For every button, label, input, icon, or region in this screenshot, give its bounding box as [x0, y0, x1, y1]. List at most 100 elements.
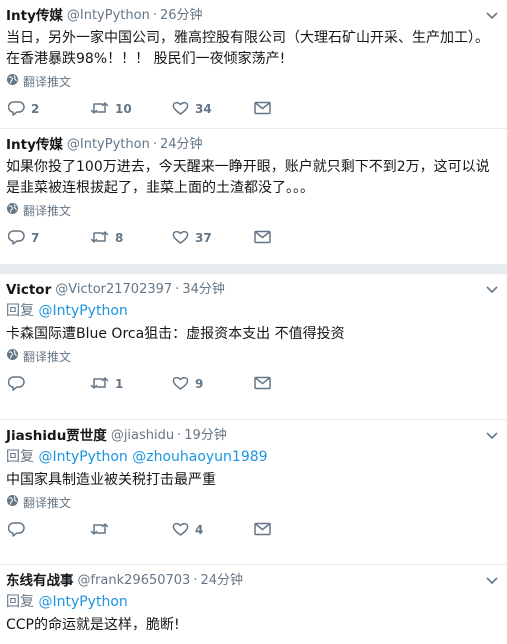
envelope-icon: [254, 376, 277, 393]
mention-link[interactable]: @IntyPython: [38, 594, 127, 610]
direct-message-button[interactable]: [254, 101, 294, 118]
timestamp[interactable]: 34分钟: [182, 280, 225, 300]
like-button[interactable]: 37: [172, 229, 254, 248]
mention-link[interactable]: @zhouhaoyun1989: [132, 449, 267, 465]
retweet-count: 1: [115, 377, 124, 391]
reply-icon: [7, 229, 31, 248]
timestamp[interactable]: 24分钟: [160, 135, 203, 155]
retweet-icon: [90, 521, 115, 540]
mention-link[interactable]: @IntyPython: [38, 303, 127, 319]
like-button[interactable]: 9: [172, 375, 254, 394]
like-count: 34: [195, 102, 212, 116]
chevron-down-icon[interactable]: [485, 282, 499, 296]
author-name[interactable]: Jiashidu贾世度: [6, 426, 107, 446]
reply-button[interactable]: 2: [7, 100, 90, 119]
timestamp[interactable]: 19分钟: [184, 426, 227, 446]
tweet-text: CCP的命运就是这样，脆断!: [6, 617, 180, 633]
envelope-icon: [254, 101, 277, 118]
timestamp[interactable]: 24分钟: [200, 571, 243, 591]
retweet-button[interactable]: [90, 521, 172, 540]
tweet[interactable]: Inty传媒 @IntyPython · 26分钟 当日，另外一家中国公司，雅高…: [0, 0, 507, 129]
direct-message-button[interactable]: [254, 230, 294, 247]
reply-icon: [7, 521, 31, 540]
chevron-down-icon[interactable]: [485, 8, 499, 22]
reply-button[interactable]: [7, 375, 90, 394]
tweet[interactable]: 东线有战事 @frank29650703 · 24分钟 回复 @IntyPyth…: [0, 565, 507, 644]
author-name[interactable]: Victor: [6, 280, 51, 300]
tweet-text: 卡森国际遭Blue Orca狙击：虚报资本支出 不值得投资: [6, 326, 345, 342]
reply-prefix: 回复: [6, 594, 34, 610]
heart-icon: [172, 229, 195, 248]
author-handle[interactable]: @Victor21702397: [55, 280, 172, 300]
author-name[interactable]: 东线有战事: [6, 571, 74, 591]
author-handle[interactable]: @IntyPython: [67, 135, 150, 155]
direct-message-button[interactable]: [254, 522, 294, 539]
tweet-text: 当日，另外一家中国公司，雅高控股有限公司（大理石矿山开采、生产加工）。在香港暴跌…: [6, 30, 489, 67]
tweet-header: Inty传媒 @IntyPython · 26分钟: [6, 6, 501, 26]
like-count: 9: [195, 377, 204, 391]
mention-link[interactable]: @IntyPython: [38, 449, 127, 465]
tweet-header: 东线有战事 @frank29650703 · 24分钟: [6, 571, 501, 591]
retweet-button[interactable]: 1: [90, 375, 172, 394]
timestamp[interactable]: 26分钟: [160, 6, 203, 26]
translate-link[interactable]: 翻译推文: [6, 72, 71, 90]
translate-link[interactable]: 翻译推文: [6, 493, 71, 511]
tweet[interactable]: Victor @Victor21702397 · 34分钟 回复 @IntyPy…: [0, 274, 507, 420]
retweet-icon: [90, 229, 115, 248]
tweet-text: 中国家具制造业被关税打击最严重: [6, 472, 216, 488]
replying-to: 回复 @IntyPython @zhouhaoyun1989: [6, 446, 501, 468]
author-handle[interactable]: @frank29650703: [78, 571, 191, 591]
separator-dot: ·: [177, 428, 182, 443]
tweet-actions: 1 9: [6, 365, 501, 403]
tweet-text: 如果你投了100万进去，今天醒来一睁开眼，账户就只剩下不到2万，这可以说是韭菜被…: [6, 159, 490, 196]
tweet[interactable]: Inty传媒 @IntyPython · 24分钟 如果你投了100万进去，今天…: [0, 129, 507, 274]
author-handle[interactable]: @IntyPython: [67, 6, 150, 26]
reply-count: 7: [31, 231, 40, 245]
globe-icon: [6, 73, 23, 89]
heart-icon: [172, 521, 195, 540]
globe-icon: [6, 494, 23, 510]
like-button[interactable]: 34: [172, 100, 254, 119]
translate-label: 翻译推文: [23, 203, 72, 218]
translate-label: 翻译推文: [23, 495, 72, 510]
retweet-count: 8: [115, 231, 124, 245]
like-button[interactable]: 4: [172, 521, 254, 540]
tweet-header: Victor @Victor21702397 · 34分钟: [6, 280, 501, 300]
translate-label: 翻译推文: [23, 349, 72, 364]
direct-message-button[interactable]: [254, 376, 294, 393]
author-name[interactable]: Inty传媒: [6, 6, 63, 26]
retweet-button[interactable]: 10: [90, 100, 172, 119]
author-handle[interactable]: @jiashidu: [111, 426, 174, 446]
separator-dot: ·: [175, 282, 180, 297]
chevron-down-icon[interactable]: [485, 573, 499, 587]
globe-icon: [6, 348, 23, 364]
retweet-button[interactable]: 8: [90, 229, 172, 248]
translate-link[interactable]: 翻译推文: [6, 347, 71, 365]
tweet-actions: 2 10 34: [6, 90, 501, 128]
reply-prefix: 回复: [6, 303, 34, 319]
like-count: 4: [195, 523, 204, 537]
reply-button[interactable]: [7, 521, 90, 540]
separator-dot: ·: [193, 573, 198, 588]
tweet-actions: 4: [6, 511, 501, 549]
chevron-down-icon[interactable]: [485, 428, 499, 442]
retweet-icon: [90, 375, 115, 394]
reply-icon: [7, 100, 31, 119]
envelope-icon: [254, 522, 277, 539]
separator-dot: ·: [152, 8, 157, 23]
tweet-header: Jiashidu贾世度 @jiashidu · 19分钟: [6, 426, 501, 446]
globe-icon: [6, 202, 23, 218]
tweet[interactable]: Jiashidu贾世度 @jiashidu · 19分钟 回复 @IntyPyt…: [0, 420, 507, 565]
translate-link[interactable]: 翻译推文: [6, 201, 71, 219]
heart-icon: [172, 375, 195, 394]
retweet-icon: [90, 100, 115, 119]
replying-to: 回复 @IntyPython: [6, 591, 501, 613]
tweet-header: Inty传媒 @IntyPython · 24分钟: [6, 135, 501, 155]
reply-count: 2: [31, 102, 40, 116]
envelope-icon: [254, 230, 277, 247]
reply-button[interactable]: 7: [7, 229, 90, 248]
author-name[interactable]: Inty传媒: [6, 135, 63, 155]
tweet-actions: 7 8 37: [6, 219, 501, 257]
translate-label: 翻译推文: [23, 74, 72, 89]
heart-icon: [172, 100, 195, 119]
